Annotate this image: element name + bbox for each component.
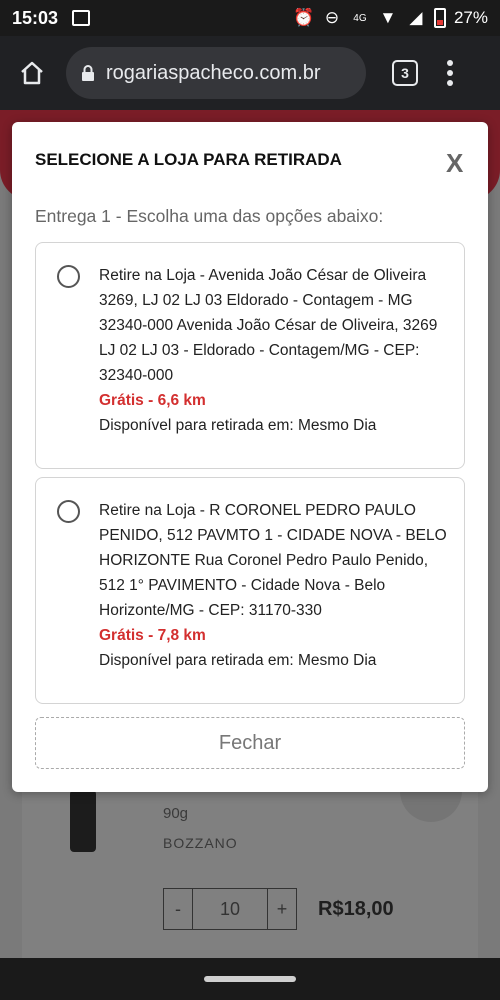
increase-quantity-button[interactable]: +	[267, 888, 297, 930]
battery-icon	[433, 8, 446, 28]
status-icons: ⏰ ⊖ 4G ▼ ◢ 27%	[293, 8, 488, 28]
store-option[interactable]: Retire na Loja - R CORONEL PEDRO PAULO P…	[35, 477, 465, 704]
volte-call-icon: 4G	[353, 12, 367, 24]
product-price: R$18,00	[318, 898, 394, 920]
product-image	[70, 790, 96, 852]
quantity-input[interactable]: 10	[193, 888, 267, 930]
status-time: 15:03	[12, 7, 59, 28]
store-address: Retire na Loja - R CORONEL PEDRO PAULO P…	[99, 502, 447, 619]
radio-button[interactable]	[57, 500, 80, 523]
url-bar[interactable]: rogariaspacheco.com.br	[66, 47, 366, 99]
modal-subtitle: Entrega 1 - Escolha uma das opções abaix…	[35, 206, 384, 226]
calendar-icon	[72, 10, 91, 26]
close-icon[interactable]: X	[446, 148, 463, 179]
browser-toolbar: rogariaspacheco.com.br 3	[0, 36, 500, 110]
product-weight: 90g	[163, 805, 189, 822]
close-button[interactable]: Fechar	[35, 717, 465, 769]
decrease-quantity-button[interactable]: -	[163, 888, 193, 930]
store-price: Grátis - 6,6 km	[99, 392, 206, 409]
tab-switcher-button[interactable]: 3	[392, 60, 418, 86]
home-gesture-pill[interactable]	[204, 976, 296, 982]
store-price: Grátis - 7,8 km	[99, 627, 206, 644]
store-option-text: Retire na Loja - Avenida João César de O…	[99, 263, 449, 438]
store-selection-modal: SELECIONE A LOJA PARA RETIRADA X Entrega…	[12, 122, 488, 792]
status-bar: 15:03 ⏰ ⊖ 4G ▼ ◢ 27%	[0, 0, 500, 36]
do-not-disturb-icon: ⊖	[324, 8, 340, 27]
battery-percent: 27%	[453, 8, 488, 27]
alarm-icon: ⏰	[293, 8, 315, 27]
modal-title: SELECIONE A LOJA PARA RETIRADA	[35, 150, 342, 169]
store-option[interactable]: Retire na Loja - Avenida João César de O…	[35, 242, 465, 469]
quantity-stepper: - 10 +	[163, 888, 297, 930]
store-availability: Disponível para retirada em: Mesmo Dia	[99, 652, 377, 669]
store-address: Retire na Loja - Avenida João César de O…	[99, 267, 438, 384]
store-option-text: Retire na Loja - R CORONEL PEDRO PAULO P…	[99, 498, 449, 673]
system-nav-bar	[0, 958, 500, 1000]
wifi-icon: ▼	[379, 8, 397, 27]
more-menu-icon[interactable]	[446, 60, 454, 86]
store-availability: Disponível para retirada em: Mesmo Dia	[99, 417, 377, 434]
home-icon[interactable]	[12, 53, 52, 93]
url-text: rogariaspacheco.com.br	[106, 61, 321, 84]
radio-button[interactable]	[57, 265, 80, 288]
lock-icon	[82, 65, 94, 81]
product-brand: BOZZANO	[163, 835, 238, 851]
signal-icon: ◢	[409, 8, 423, 27]
